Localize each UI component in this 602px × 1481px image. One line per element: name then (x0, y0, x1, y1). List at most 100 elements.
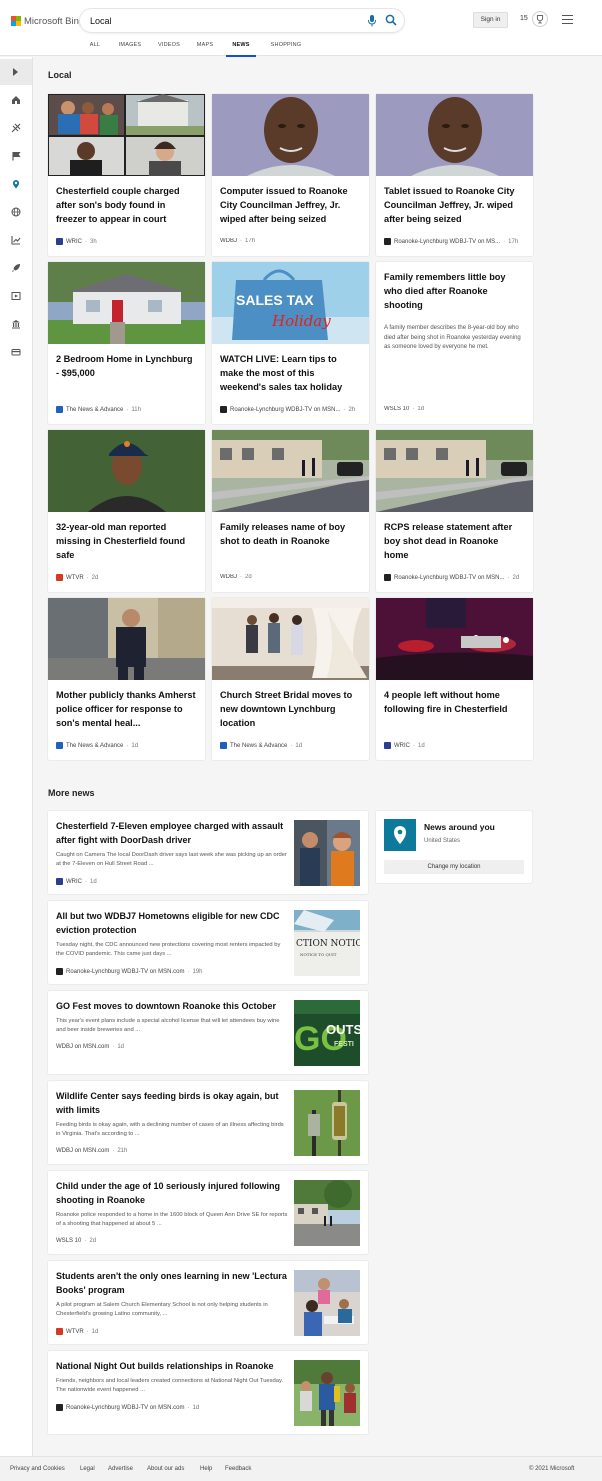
source-name: Roanoke-Lynchburg WDBJ-TV on MSN.com (66, 1404, 185, 1411)
business-icon[interactable] (11, 235, 21, 245)
source-name: Roanoke-Lynchburg WDBJ-TV on MSN... (230, 406, 341, 413)
news-card[interactable]: SALES TAX Holiday WATCH LIVE: Learn tips… (212, 262, 369, 424)
tab-videos[interactable]: VIDEOS (150, 40, 188, 56)
bing-logo[interactable]: Microsoft Bing (11, 14, 84, 28)
tab-all[interactable]: ALL (80, 40, 110, 56)
tab-shopping[interactable]: SHOPPING (260, 40, 312, 56)
tab-news[interactable]: NEWS (226, 40, 256, 57)
source-name: Roanoke-Lynchburg WDBJ-TV on MSN... (394, 574, 505, 581)
rewards-icon[interactable] (532, 11, 548, 27)
wdbj-favicon-icon (384, 574, 391, 581)
wric-favicon-icon (56, 878, 63, 885)
sci-tech-icon[interactable] (11, 263, 21, 273)
card-title[interactable]: Mother publicly thanks Amherst police of… (56, 688, 197, 730)
card-source: WDBJ · 2d (220, 574, 252, 580)
time-ago: 1d (91, 1328, 99, 1335)
local-icon[interactable] (11, 179, 21, 189)
card-title[interactable]: Family remembers little boy who died aft… (384, 270, 525, 312)
news-title[interactable]: Wildlife Center says feeding birds is ok… (56, 1089, 288, 1117)
card-title[interactable]: Chesterfield couple charged after son's … (56, 184, 197, 226)
money-icon[interactable] (11, 347, 21, 357)
footer-privacy-link[interactable]: Privacy and Cookies (10, 1466, 65, 1472)
search-input[interactable] (90, 13, 350, 28)
card-source: Roanoke-Lynchburg WDBJ-TV on MS... · 17h (384, 238, 529, 245)
news-card[interactable]: 32-year-old man reported missing in Ches… (48, 430, 205, 592)
menu-icon[interactable] (562, 15, 573, 25)
news-list-item[interactable]: Students aren't the only ones learning i… (48, 1261, 368, 1344)
world-icon[interactable] (11, 207, 21, 217)
microphone-icon[interactable] (367, 15, 377, 27)
news-list-item[interactable]: Wildlife Center says feeding birds is ok… (48, 1081, 368, 1164)
news-list-item[interactable]: Child under the age of 10 seriously inju… (48, 1171, 368, 1254)
news-list-item[interactable]: National Night Out builds relationships … (48, 1351, 368, 1434)
news-card[interactable]: Mother publicly thanks Amherst police of… (48, 598, 205, 760)
card-title[interactable]: Family releases name of boy shot to deat… (220, 520, 361, 548)
footer-help-link[interactable]: Help (200, 1466, 212, 1472)
footer-feedback-link[interactable]: Feedback (225, 1466, 251, 1472)
entertainment-icon[interactable] (11, 291, 21, 301)
copyright: © 2021 Microsoft (529, 1466, 575, 1472)
man-portrait-image (376, 94, 533, 176)
card-title[interactable]: RCPS release statement after boy shot de… (384, 520, 525, 562)
news-card[interactable]: Family remembers little boy who died aft… (376, 262, 533, 424)
news-card[interactable]: RCPS release statement after boy shot de… (376, 430, 533, 592)
mugshot-collage-image (48, 94, 205, 176)
news-card[interactable]: Family releases name of boy shot to deat… (212, 430, 369, 592)
source-name: Roanoke-Lynchburg WDBJ-TV on MS... (394, 238, 501, 245)
wric-favicon-icon (56, 238, 63, 245)
news-list-item[interactable]: Chesterfield 7-Eleven employee charged w… (48, 811, 368, 894)
wdbj-favicon-icon (384, 238, 391, 245)
notice-heading: CTION NOTIC (296, 939, 360, 949)
source-name: WDBJ on MSN.com (56, 1044, 110, 1050)
tab-images[interactable]: IMAGES (110, 40, 150, 56)
card-source: WTVR · 2d (56, 574, 201, 581)
expand-rail-button[interactable] (0, 59, 32, 85)
news-card[interactable]: Computer issued to Roanoke City Councilm… (212, 94, 369, 256)
wdbj-favicon-icon (56, 968, 63, 975)
category-rail (0, 57, 33, 1457)
notice-subtext: NOTICE TO QUIT (300, 952, 337, 957)
footer-about-ads-link[interactable]: About our ads (147, 1466, 184, 1472)
sign-in-button[interactable]: Sign in (473, 12, 508, 28)
news-list-item[interactable]: All but two WDBJ7 Hometowns eligible for… (48, 901, 368, 984)
card-title[interactable]: 4 people left without home following fir… (384, 688, 525, 716)
home-icon[interactable] (11, 95, 21, 105)
news-title[interactable]: Students aren't the only ones learning i… (56, 1269, 288, 1297)
search-tabs: ALL IMAGES VIDEOS MAPS NEWS SHOPPING (80, 40, 312, 57)
source-name: WDBJ on MSN.com (56, 1148, 110, 1154)
us-news-icon[interactable] (11, 151, 21, 161)
card-title[interactable]: 2 Bedroom Home in Lynchburg - $95,000 (56, 352, 197, 380)
time-ago: 1d (90, 878, 97, 885)
news-title[interactable]: All but two WDBJ7 Hometowns eligible for… (56, 909, 288, 937)
news-advance-favicon-icon (56, 742, 63, 749)
footer-legal-link[interactable]: Legal (80, 1466, 95, 1472)
card-title[interactable]: WATCH LIVE: Learn tips to make the most … (220, 352, 361, 394)
tab-maps[interactable]: MAPS (188, 40, 222, 56)
news-source: WSLS 10 · 2d (56, 1238, 97, 1244)
card-title[interactable]: Tablet issued to Roanoke City Councilman… (384, 184, 525, 226)
news-source: WDBJ on MSN.com · 1d (56, 1044, 125, 1050)
news-card[interactable]: 2 Bedroom Home in Lynchburg - $95,000 Th… (48, 262, 205, 424)
card-title[interactable]: 32-year-old man reported missing in Ches… (56, 520, 197, 562)
news-title[interactable]: Chesterfield 7-Eleven employee charged w… (56, 819, 288, 847)
card-title[interactable]: Computer issued to Roanoke City Councilm… (220, 184, 361, 226)
time-ago: 17h (245, 238, 256, 244)
news-card[interactable]: Tablet issued to Roanoke City Councilman… (376, 94, 533, 256)
news-card[interactable]: Church Street Bridal moves to new downto… (212, 598, 369, 760)
search-icon[interactable] (385, 14, 397, 26)
politics-icon[interactable] (11, 319, 21, 329)
change-location-button[interactable]: Change my location (384, 860, 524, 874)
news-title[interactable]: Child under the age of 10 seriously inju… (56, 1179, 288, 1207)
news-card[interactable]: Chesterfield couple charged after son's … (48, 94, 205, 256)
news-title[interactable]: GO Fest moves to downtown Roanoke this O… (56, 999, 288, 1013)
news-list-item[interactable]: GO Fest moves to downtown Roanoke this O… (48, 991, 368, 1074)
card-source: WDBJ · 17h (220, 238, 256, 244)
footer-advertise-link[interactable]: Advertise (108, 1466, 133, 1472)
news-title[interactable]: National Night Out builds relationships … (56, 1359, 288, 1373)
sports-icon[interactable] (11, 123, 21, 133)
outdoor-crowd-image (294, 1360, 360, 1426)
card-title[interactable]: Church Street Bridal moves to new downto… (220, 688, 361, 730)
street-scene-image (376, 430, 533, 512)
news-card[interactable]: 4 people left without home following fir… (376, 598, 533, 760)
time-ago: 1d (417, 406, 425, 412)
